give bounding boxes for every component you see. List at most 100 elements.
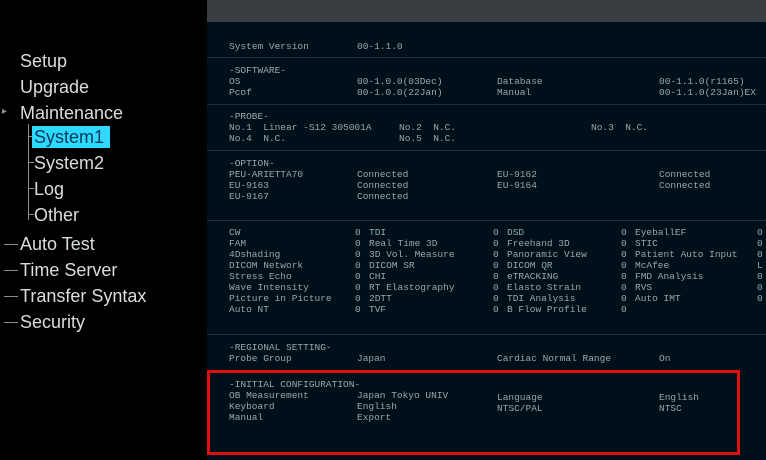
option-status: Connected (659, 180, 711, 191)
feature-value: 0 (757, 293, 763, 304)
probe-header: -PROBE- (229, 111, 269, 122)
option-status: Connected (357, 180, 409, 191)
feature-value: 0 (621, 304, 627, 315)
tree-bullet-icon: ▸ (2, 106, 8, 117)
nav-log[interactable]: Log (34, 178, 64, 200)
feature-value: 0 (757, 271, 763, 282)
feature-label: Elasto Strain (507, 282, 582, 293)
nav-system2[interactable]: System2 (34, 152, 104, 174)
feature-value: 0 (355, 227, 361, 238)
feature-label: FAM (229, 238, 247, 249)
feature-value: 0 (621, 260, 627, 271)
feature-value: 0 (493, 260, 499, 271)
feature-label: DICOM SR (369, 260, 415, 271)
feature-value: 0 (493, 282, 499, 293)
sidebar: Setup Upgrade ▸ Maintenance System1 Syst… (0, 0, 207, 460)
feature-label: TDI (369, 227, 387, 238)
os-label: OS (229, 76, 241, 87)
feature-label: Auto NT (229, 304, 269, 315)
regional-header: -REGIONAL SETTING- (229, 342, 332, 353)
system-version-label: System Version (229, 41, 309, 52)
feature-label: Panoramic View (507, 249, 587, 260)
feature-value: 0 (355, 282, 361, 293)
option-status: Connected (659, 169, 711, 180)
pcof-label: Pcof (229, 87, 252, 98)
nav-upgrade[interactable]: Upgrade (20, 76, 89, 98)
feature-value: 0 (493, 227, 499, 238)
feature-label: McAfee (635, 260, 670, 271)
pcof-value: 00-1.0.0(22Jan) (357, 87, 443, 98)
feature-value: 0 (621, 238, 627, 249)
nav-system1[interactable]: System1 (32, 126, 111, 148)
option-name: EU-9162 (497, 169, 537, 180)
feature-value: 0 (493, 249, 499, 260)
feature-value: 0 (355, 260, 361, 271)
feature-value: 0 (621, 227, 627, 238)
feature-value: 0 (621, 271, 627, 282)
option-name: EU-9167 (229, 191, 269, 202)
probe-no2: No.2 N.C. (399, 122, 457, 133)
feature-label: CHI (369, 271, 387, 282)
feature-label: RVS (635, 282, 653, 293)
feature-label: FMD Analysis (635, 271, 704, 282)
cardiac-range-value: On (659, 353, 671, 364)
software-header: -SOFTWARE- (229, 65, 287, 76)
feature-value: 0 (355, 238, 361, 249)
cardiac-range-label: Cardiac Normal Range (497, 353, 612, 364)
feature-value: 0 (757, 249, 763, 260)
feature-value: 0 (493, 238, 499, 249)
feature-label: 3D Vol. Measure (369, 249, 455, 260)
probe-no4: No.4 N.C. (229, 133, 287, 144)
feature-value: 0 (355, 293, 361, 304)
feature-label: STIC (635, 238, 658, 249)
feature-label: Patient Auto Input (635, 249, 738, 260)
nav-maintenance[interactable]: Maintenance (20, 102, 123, 124)
feature-label: TVF (369, 304, 387, 315)
feature-value: 0 (757, 282, 763, 293)
feature-value: 0 (621, 249, 627, 260)
feature-label: B Flow Profile (507, 304, 587, 315)
nav-security[interactable]: Security (20, 311, 85, 333)
nav-setup[interactable]: Setup (20, 50, 67, 72)
option-name: EU-9164 (497, 180, 537, 191)
feature-value: 0 (493, 271, 499, 282)
option-name: PEU-ARIETTA70 (229, 169, 304, 180)
initial-config-highlight-box (207, 370, 740, 455)
manual-label: Manual (497, 87, 532, 98)
probe-group-value: Japan (357, 353, 386, 364)
feature-label: 2DTT (369, 293, 392, 304)
feature-value: 0 (757, 227, 763, 238)
tree-line (28, 124, 29, 220)
option-status: Connected (357, 191, 409, 202)
os-value: 00-1.0.0(03Dec) (357, 76, 443, 87)
feature-label: EyeballEF (635, 227, 687, 238)
feature-value: 0 (493, 304, 499, 315)
option-header: -OPTION- (229, 158, 275, 169)
nav-transfer-syntax[interactable]: Transfer Syntax (20, 285, 146, 307)
feature-label: Wave Intensity (229, 282, 309, 293)
feature-label: DICOM QR (507, 260, 553, 271)
nav-auto-test[interactable]: Auto Test (20, 233, 95, 255)
nav-other[interactable]: Other (34, 204, 79, 226)
feature-value: L (757, 260, 763, 271)
feature-value: 0 (621, 282, 627, 293)
feature-label: eTRACKING (507, 271, 559, 282)
feature-label: TDI Analysis (507, 293, 576, 304)
option-status: Connected (357, 169, 409, 180)
system-version-value: 00-1.1.0 (357, 41, 403, 52)
database-value: 00-1.1.0(r1165) (659, 76, 745, 87)
feature-label: RT Elastography (369, 282, 455, 293)
feature-label: CW (229, 227, 241, 238)
feature-label: Stress Echo (229, 271, 292, 282)
nav-time-server[interactable]: Time Server (20, 259, 117, 281)
feature-value: 0 (757, 238, 763, 249)
feature-value: 0 (355, 271, 361, 282)
feature-value: 0 (355, 249, 361, 260)
feature-label: DICOM Network (229, 260, 304, 271)
feature-label: Picture in Picture (229, 293, 332, 304)
feature-label: Auto IMT (635, 293, 681, 304)
probe-no5: No.5 N.C. (399, 133, 457, 144)
database-label: Database (497, 76, 543, 87)
feature-value: 0 (493, 293, 499, 304)
manual-value: 00-1.1.0(23Jan)EX (659, 87, 756, 98)
